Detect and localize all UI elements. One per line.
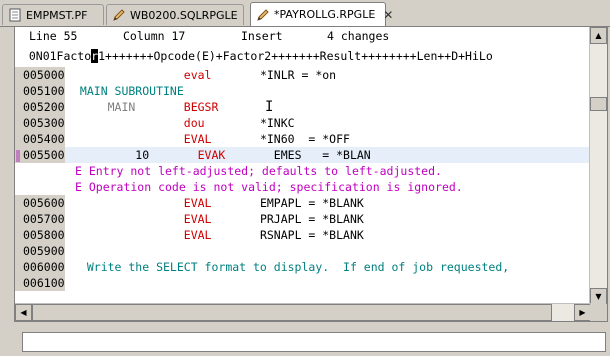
sequence-number: 005200	[15, 99, 65, 115]
scroll-up-button[interactable]: ▲	[590, 27, 607, 44]
sequence-number: 005400	[15, 131, 65, 147]
column-indicator: Column 17	[123, 29, 186, 43]
sequence-number: 005000	[15, 67, 65, 83]
pencil-icon	[111, 7, 127, 23]
source-line[interactable]: 005200 MAIN BEGSR	[15, 99, 591, 115]
tab-label: WB0200.SQLRPGLE	[130, 8, 238, 22]
source-line[interactable]: 005400 EVAL *IN60 = *OFF	[15, 131, 591, 147]
scrollbar-corner	[590, 304, 607, 321]
line-indicator: Line 55	[29, 29, 78, 43]
horizontal-scroll-thumb[interactable]	[32, 304, 552, 321]
changes-indicator: 4 changes	[327, 29, 390, 43]
text-cursor-icon: I	[265, 99, 274, 115]
tab-payrollg[interactable]: *PAYROLLG.RPGLE ✕	[250, 2, 393, 26]
source-line[interactable]: 005300 dou *INKC	[15, 115, 591, 131]
source-line[interactable]: 005900	[15, 243, 591, 259]
tab-label: *PAYROLLG.RPGLE	[274, 8, 376, 21]
sequence-number: 006000	[15, 259, 65, 275]
source-code: EVAL PRJAPL = *BLANK	[183, 212, 364, 226]
source-code: MAIN BEGSR	[73, 100, 219, 114]
tab-empmst[interactable]: EMPMST.PF	[2, 4, 104, 25]
source-code: E Operation code is not valid; specifica…	[75, 180, 463, 194]
sequence-number: 005100	[15, 83, 65, 99]
scroll-down-button[interactable]: ▼	[590, 288, 607, 305]
sequence-number: 005900	[15, 243, 65, 259]
source-lines[interactable]: 005000 eval *INLR = *on 005100 MAIN SUBRO…	[15, 67, 591, 305]
source-line[interactable]: 006000 Write the SELECT format to displa…	[15, 259, 591, 275]
sequence-number: 005300	[15, 115, 65, 131]
sequence-number: 006100	[15, 275, 65, 291]
source-code: EVAL EMPAPL = *BLANK	[183, 196, 364, 210]
source-line[interactable]: 005800 EVAL RSNAPL = *BLANK	[15, 227, 591, 243]
source-line[interactable]: 005700 EVAL PRJAPL = *BLANK	[15, 211, 591, 227]
close-icon[interactable]: ✕	[383, 8, 393, 22]
source-code: 10 EVAK EMES = *BLAN	[73, 148, 371, 162]
editor-status-line: Line 55 Column 17 Insert 4 changes	[15, 27, 591, 45]
source-code: EVAL RSNAPL = *BLANK	[183, 228, 364, 242]
change-marker	[16, 150, 20, 162]
scroll-right-button[interactable]: ▶	[574, 304, 591, 321]
source-code: Write the SELECT format to display. If e…	[73, 260, 510, 274]
command-line-input[interactable]	[22, 332, 606, 352]
tab-label: EMPMST.PF	[26, 8, 88, 22]
ruler-suffix: 1+++++++Opcode(E)+Factor2+++++++Result++…	[98, 49, 493, 63]
horizontal-scrollbar[interactable]: ◀ ▶	[15, 303, 591, 321]
error-message-line[interactable]: E Operation code is not valid; specifica…	[15, 179, 591, 195]
source-line[interactable]: 005500 10 EVAK EMES = *BLAN	[15, 147, 591, 163]
source-line[interactable]: 005000 eval *INLR = *on	[15, 67, 591, 83]
sequence-number: 005500	[15, 147, 65, 163]
source-line[interactable]: 005600 EVAL EMPAPL = *BLANK	[15, 195, 591, 211]
file-icon	[7, 7, 23, 23]
column-ruler: 0N01Factor1+++++++Opcode(E)+Factor2+++++…	[15, 47, 591, 65]
source-code: EVAL *IN60 = *OFF	[183, 132, 350, 146]
pencil-icon	[255, 7, 271, 23]
source-code: E Entry not left-adjusted; defaults to l…	[75, 164, 442, 178]
ruler-prefix: 0N01Facto	[15, 49, 92, 63]
insert-mode-indicator: Insert	[241, 29, 283, 43]
vertical-scroll-thumb[interactable]	[590, 97, 607, 111]
scroll-left-button[interactable]: ◀	[15, 304, 32, 321]
vertical-scrollbar[interactable]: ▲ ▼	[589, 27, 607, 305]
sequence-number: 005800	[15, 227, 65, 243]
error-message-line[interactable]: E Entry not left-adjusted; defaults to l…	[15, 163, 591, 179]
source-code: dou *INKC	[183, 116, 295, 130]
editor-tab-bar: EMPMST.PF WB0200.SQLRPGLE *PAYROLLG.RPGL…	[0, 0, 610, 27]
source-editor[interactable]: Line 55 Column 17 Insert 4 changes 0N01Fact…	[14, 26, 608, 322]
source-line[interactable]: 005100 MAIN SUBROUTINE	[15, 83, 591, 99]
source-line[interactable]: 006100	[15, 275, 591, 291]
sequence-number: 005700	[15, 211, 65, 227]
sequence-number: 005600	[15, 195, 65, 211]
source-code: MAIN SUBROUTINE	[73, 84, 184, 98]
tab-wb0200[interactable]: WB0200.SQLRPGLE	[106, 4, 244, 25]
source-code: eval *INLR = *on	[183, 68, 337, 82]
